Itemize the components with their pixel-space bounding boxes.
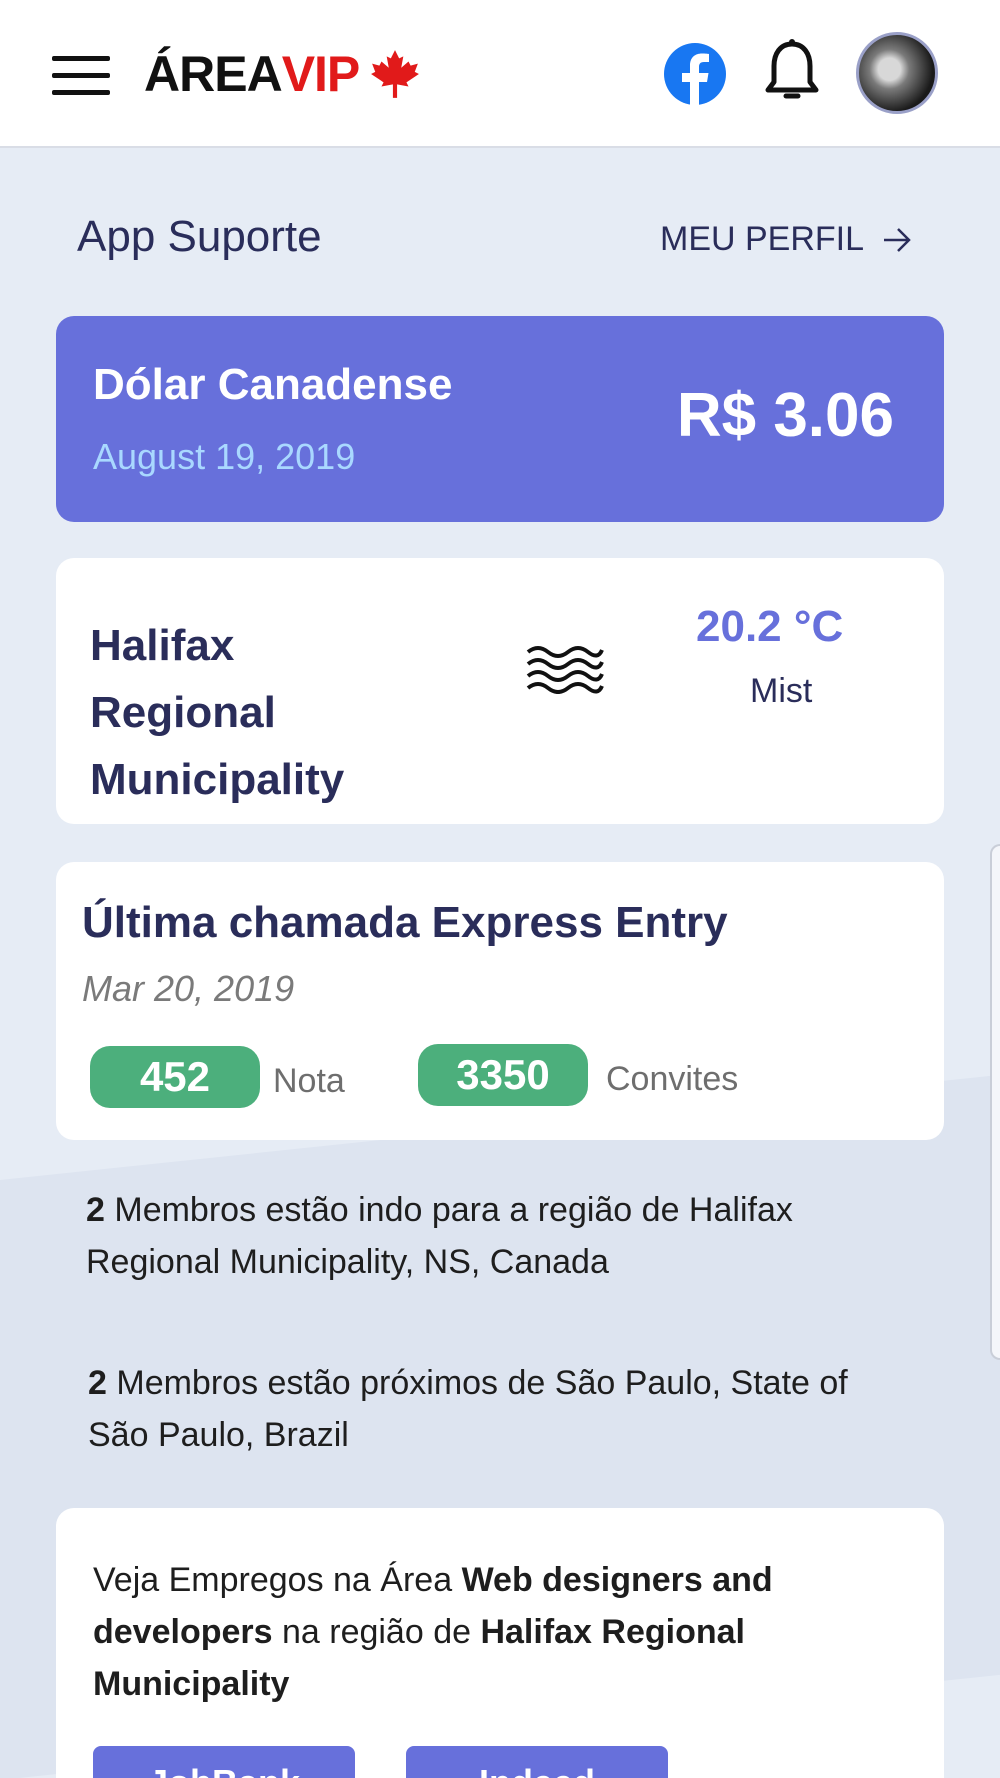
hamburger-menu-icon[interactable] (52, 56, 110, 96)
invites-badge: 3350 (418, 1044, 588, 1106)
express-entry-title: Última chamada Express Entry (82, 898, 728, 947)
indeed-button[interactable]: Indeed (406, 1746, 668, 1778)
page: ÁREA VIP App Suporte MEU PERFIL Dólar Ca… (0, 0, 1000, 1778)
facebook-icon[interactable] (663, 42, 727, 106)
logo-text-vip: VIP (281, 46, 361, 102)
mist-icon (526, 646, 604, 694)
app-header: ÁREA VIP (0, 0, 1000, 148)
my-profile-link[interactable]: MEU PERFIL (660, 220, 912, 259)
members-going-text: 2 Membros estão indo para a região de Ha… (86, 1184, 906, 1288)
jobbank-button[interactable]: JobBank (93, 1746, 355, 1778)
user-avatar[interactable] (856, 32, 938, 114)
members-nearby-count: 2 (88, 1364, 107, 1402)
express-entry-date: Mar 20, 2019 (82, 968, 295, 1009)
currency-date: August 19, 2019 (93, 436, 356, 477)
currency-name: Dólar Canadense (93, 360, 453, 409)
jobs-middle: na região de (272, 1613, 481, 1651)
score-label: Nota (273, 1062, 345, 1100)
jobs-card: Veja Empregos na Área Web designers and … (56, 1508, 944, 1778)
currency-card: Dólar Canadense August 19, 2019 R$ 3.06 (56, 316, 944, 522)
maple-leaf-icon (371, 50, 420, 98)
members-going-description: Membros estão indo para a região de Hali… (86, 1191, 793, 1281)
weather-city: Halifax Regional Municipality (90, 621, 345, 804)
weather-temperature: 20.2 °C (696, 602, 844, 651)
express-entry-card: Última chamada Express Entry Mar 20, 201… (56, 862, 944, 1140)
weather-card: Halifax Regional Municipality 20.2 °C Mi… (56, 558, 944, 824)
members-nearby-text: 2 Membros estão próximos de São Paulo, S… (88, 1357, 908, 1461)
jobs-prefix: Veja Empregos na Área (93, 1561, 462, 1599)
score-badge: 452 (90, 1046, 260, 1108)
currency-value: R$ 3.06 (676, 381, 894, 450)
my-profile-label: MEU PERFIL (660, 220, 865, 258)
notification-bell-icon[interactable] (762, 38, 822, 108)
arrow-right-icon (884, 227, 911, 252)
logo[interactable]: ÁREA VIP (144, 44, 421, 104)
weather-description: Mist (750, 672, 813, 710)
side-scroll-handle[interactable] (990, 844, 1000, 1360)
members-nearby-description: Membros estão próximos de São Paulo, Sta… (88, 1364, 848, 1454)
members-going-count: 2 (86, 1191, 105, 1229)
invites-label: Convites (606, 1060, 739, 1098)
section-title: App Suporte (77, 212, 322, 261)
jobs-description: Veja Empregos na Área Web designers and … (93, 1554, 893, 1710)
logo-text-area: ÁREA (144, 46, 283, 102)
